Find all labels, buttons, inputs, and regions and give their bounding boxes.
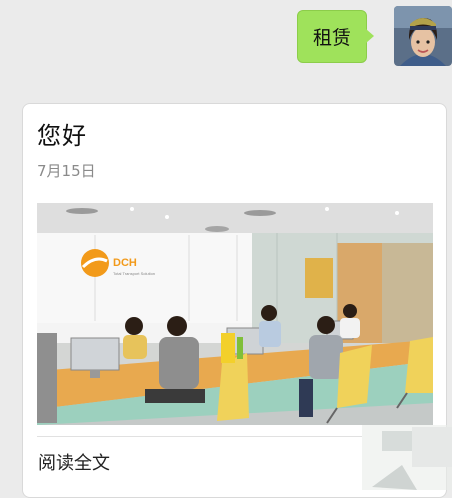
message-bubble[interactable]: 租赁 — [297, 10, 367, 63]
article-date: 7月15日 — [37, 162, 96, 180]
card-divider — [37, 436, 362, 437]
avatar-photo-icon — [394, 6, 452, 66]
article-title: 您好 — [37, 122, 87, 150]
read-more-link[interactable]: 阅读全文 — [38, 449, 110, 475]
bubble-tail — [366, 29, 374, 43]
cover-logo-tagline: Total Transport Solution — [113, 271, 155, 276]
cover-logo-text: DCH — [113, 257, 137, 269]
message-text: 租赁 — [312, 27, 351, 49]
article-cover-image[interactable]: DCH Total Transport Solution — [37, 203, 433, 425]
avatar[interactable] — [394, 6, 452, 66]
office-photo: DCH Total Transport Solution — [37, 203, 433, 425]
blurred-overlay-icon — [362, 425, 452, 490]
